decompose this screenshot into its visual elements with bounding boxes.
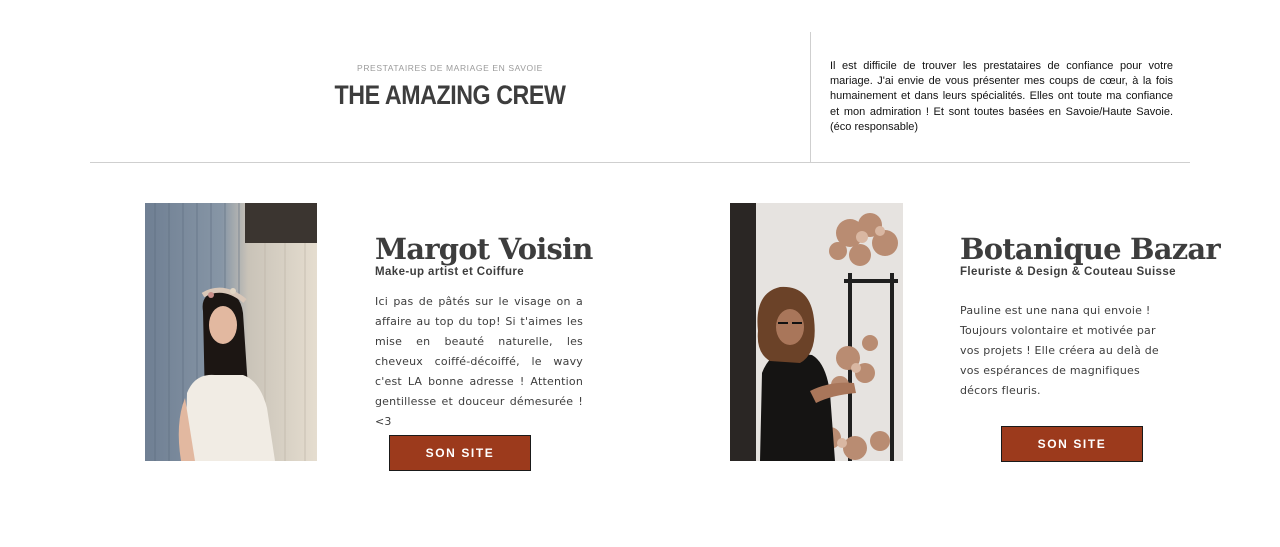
vendor-role: Fleuriste & Design & Couteau Suisse bbox=[960, 266, 1176, 278]
intro-text: Il est difficile de trouver les prestata… bbox=[830, 60, 1173, 133]
vendor-photo-margot bbox=[145, 203, 317, 461]
vendor-site-button[interactable]: SON SITE bbox=[389, 435, 531, 471]
vendor-name: Botanique Bazar bbox=[960, 232, 1221, 266]
section-eyebrow: PRESTATAIRES DE MARIAGE EN SAVOIE bbox=[357, 63, 543, 73]
vendor-photo-botanique bbox=[730, 203, 903, 461]
vendor-description: Ici pas de pâtés sur le visage on a affa… bbox=[375, 295, 583, 428]
vendor-description: Pauline est une nana qui envoie ! Toujou… bbox=[960, 304, 1159, 397]
page-title: THE AMAZING CREW bbox=[334, 80, 566, 110]
horizontal-divider bbox=[90, 162, 1190, 163]
header-left: PRESTATAIRES DE MARIAGE EN SAVOIE THE AM… bbox=[90, 32, 810, 162]
vendor-site-button[interactable]: SON SITE bbox=[1001, 426, 1143, 462]
vertical-divider bbox=[810, 32, 811, 162]
vendor-role: Make-up artist et Coiffure bbox=[375, 266, 525, 278]
vendor-name: Margot Voisin bbox=[375, 232, 593, 266]
